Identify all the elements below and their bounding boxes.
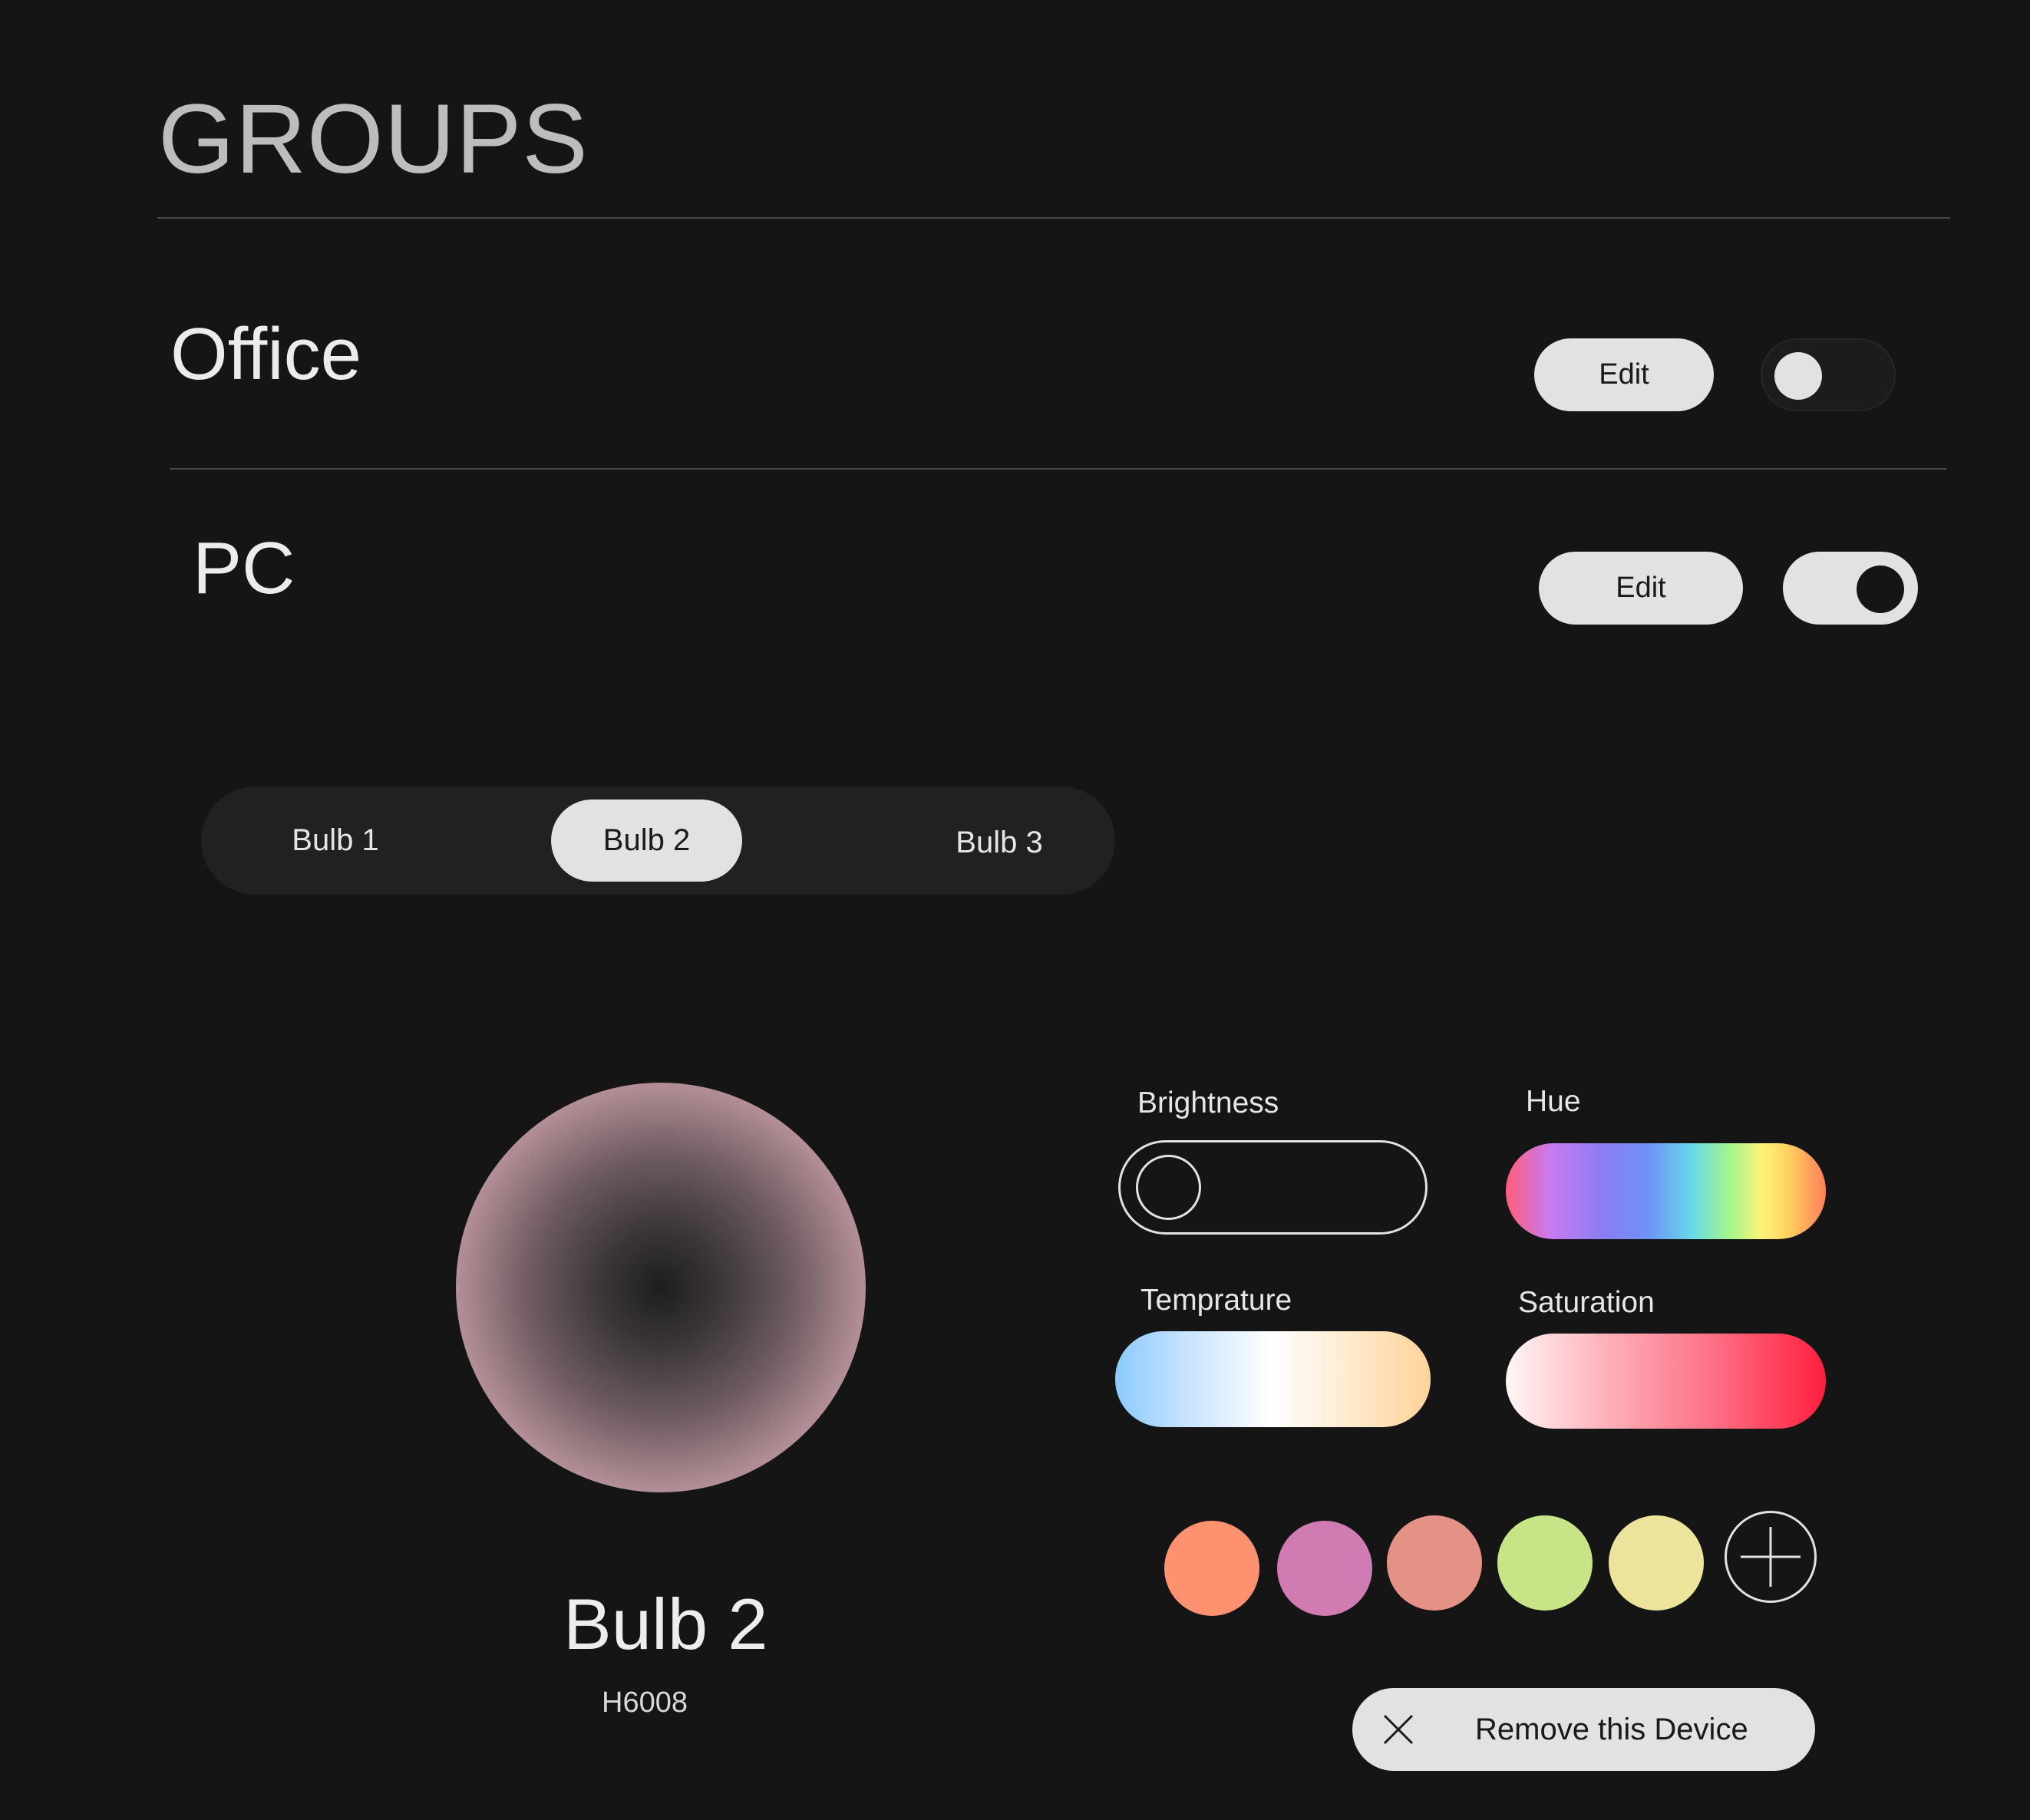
toggle-knob [1857, 565, 1904, 613]
group-divider [170, 468, 1946, 470]
plus-icon [1741, 1527, 1801, 1587]
temperature-slider[interactable] [1115, 1331, 1431, 1427]
hue-label: Hue [1526, 1085, 1581, 1118]
tab-bulb-1[interactable]: Bulb 1 [270, 809, 401, 871]
bulb-glow-preview [456, 1083, 866, 1492]
edit-pc-button[interactable]: Edit [1539, 552, 1743, 625]
toggle-knob [1774, 352, 1822, 400]
header-divider [157, 217, 1950, 219]
close-icon [1383, 1714, 1414, 1745]
group-name-pc: PC [193, 527, 295, 609]
remove-device-button[interactable]: Remove this Device [1352, 1688, 1815, 1771]
slider-handle[interactable] [1136, 1155, 1201, 1220]
hue-slider[interactable] [1506, 1143, 1826, 1239]
bulb-tabs: Bulb 1 Bulb 2 Bulb 3 [201, 786, 1115, 895]
device-name: Bulb 2 [563, 1584, 768, 1664]
tab-bulb-2[interactable]: Bulb 2 [551, 800, 742, 882]
page-title: GROUPS [158, 84, 589, 194]
add-color-button[interactable] [1725, 1511, 1817, 1603]
saturation-label: Saturation [1518, 1286, 1655, 1319]
office-toggle[interactable] [1761, 338, 1896, 411]
color-swatch-green[interactable] [1497, 1515, 1593, 1611]
device-model: H6008 [602, 1686, 688, 1719]
edit-office-button[interactable]: Edit [1534, 338, 1714, 411]
remove-device-label: Remove this Device [1475, 1712, 1748, 1746]
tab-bulb-3[interactable]: Bulb 3 [926, 812, 1072, 873]
group-name-office: Office [170, 313, 361, 395]
color-swatch-orange[interactable] [1164, 1521, 1259, 1616]
pc-toggle[interactable] [1783, 552, 1918, 625]
color-swatch-yellow[interactable] [1609, 1515, 1704, 1611]
saturation-slider[interactable] [1506, 1334, 1826, 1429]
temperature-label: Temprature [1140, 1284, 1292, 1317]
color-swatch-salmon[interactable] [1387, 1515, 1482, 1611]
color-swatch-pink[interactable] [1277, 1521, 1372, 1616]
brightness-label: Brightness [1137, 1086, 1279, 1119]
brightness-slider[interactable] [1118, 1140, 1428, 1235]
